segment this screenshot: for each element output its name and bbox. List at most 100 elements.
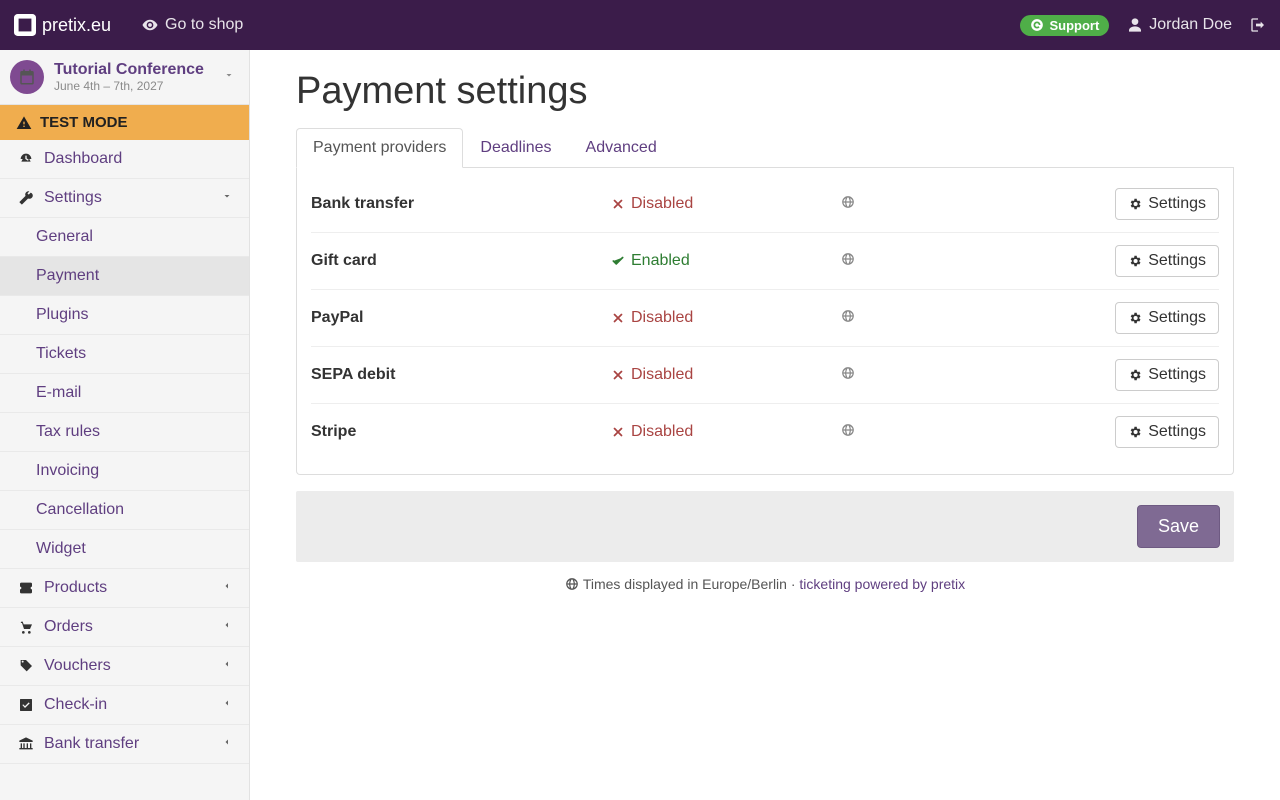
x-icon [611,311,625,325]
footer-credit-link[interactable]: ticketing powered by pretix [799,576,965,592]
provider-settings-button[interactable]: Settings [1115,359,1219,391]
provider-settings-label: Settings [1148,423,1206,441]
sales-channel-indicator [841,252,941,271]
provider-status: Disabled [611,309,841,327]
brand-link[interactable]: pretix.eu [14,14,111,36]
sidebar-sub-plugins[interactable]: Plugins [0,296,249,335]
sidebar-item-checkin[interactable]: Check-in [0,686,249,725]
sidebar-sub-label: Invoicing [36,462,99,479]
sidebar-sub-tickets[interactable]: Tickets [0,335,249,374]
provider-row: Bank transferDisabledSettings [311,182,1219,232]
provider-row: Stripe Disabled Settings [311,403,1219,460]
providers-panel: Bank transferDisabledSettingsGift cardEn… [296,168,1234,475]
footer-tz: Times displayed in Europe/Berlin [583,576,787,592]
tab-label: Deadlines [480,139,551,156]
sidebar-item-label: Products [44,579,107,597]
sidebar-sub-label: Tickets [36,345,86,362]
logout-link[interactable] [1250,17,1266,33]
tab-deadlines[interactable]: Deadlines [463,128,568,168]
event-switcher[interactable]: Tutorial Conference June 4th – 7th, 2027 [0,50,249,105]
provider-name: Stripe [311,423,611,441]
provider-status: Disabled [611,366,841,384]
provider-status: Enabled [611,252,841,270]
sidebar-sub-label: Cancellation [36,501,124,518]
go-to-shop-link[interactable]: Go to shop [131,0,253,50]
provider-settings-label: Settings [1148,366,1206,384]
footer-credit-label: ticketing powered by pretix [799,576,965,592]
chevron-left-icon [221,579,233,597]
sidebar-settings-submenu: General Payment Plugins Tickets E-mail T… [0,218,249,569]
save-button[interactable]: Save [1137,505,1220,548]
sidebar-item-products[interactable]: Products [0,569,249,608]
gear-icon [1128,311,1142,325]
tab-payment-providers[interactable]: Payment providers [296,128,463,168]
sidebar-item-orders[interactable]: Orders [0,608,249,647]
provider-settings-button[interactable]: Settings [1115,416,1219,448]
provider-status: Disabled [611,423,841,441]
provider-settings-button[interactable]: Settings [1115,188,1219,220]
globe-icon [841,309,855,323]
support-badge[interactable]: Support [1020,15,1109,36]
tab-advanced[interactable]: Advanced [569,128,674,168]
sidebar: Tutorial Conference June 4th – 7th, 2027… [0,50,250,800]
save-bar: Save [296,491,1234,562]
sidebar-sub-label: E-mail [36,384,81,401]
provider-row: SEPA debit Disabled Settings [311,346,1219,403]
sidebar-item-dashboard[interactable]: Dashboard [0,140,249,179]
sidebar-sub-payment[interactable]: Payment [0,257,249,296]
provider-settings-button[interactable]: Settings [1115,245,1219,277]
sidebar-sub-general[interactable]: General [0,218,249,257]
footer-sep: · [787,576,799,592]
user-menu[interactable]: Jordan Doe [1127,16,1232,34]
eye-icon [141,16,159,34]
tabs: Payment providers Deadlines Advanced [296,127,1234,168]
provider-settings-button[interactable]: Settings [1115,302,1219,334]
sidebar-item-settings[interactable]: Settings [0,179,249,218]
globe-icon [841,252,855,266]
sidebar-sub-taxrules[interactable]: Tax rules [0,413,249,452]
provider-name: PayPal [311,309,611,327]
x-icon [611,425,625,439]
tab-label: Payment providers [313,139,446,156]
x-icon [611,197,625,211]
sales-channel-indicator [841,195,941,214]
sales-channel-indicator [841,366,941,385]
provider-name: SEPA debit [311,366,611,384]
provider-status-label: Disabled [631,195,693,213]
sidebar-sub-widget[interactable]: Widget [0,530,249,569]
sidebar-sub-email[interactable]: E-mail [0,374,249,413]
sidebar-sub-label: Plugins [36,306,88,323]
save-label: Save [1158,516,1199,536]
warning-icon [16,115,32,131]
sidebar-sub-cancellation[interactable]: Cancellation [0,491,249,530]
main-content: Payment settings Payment providers Deadl… [250,50,1280,800]
sidebar-sub-label: Tax rules [36,423,100,440]
top-navbar: pretix.eu Go to shop Support Jordan Doe [0,0,1280,50]
provider-status-label: Disabled [631,366,693,384]
sidebar-item-banktransfer[interactable]: Bank transfer [0,725,249,764]
provider-status-label: Disabled [631,423,693,441]
chevron-left-icon [221,735,233,753]
sidebar-sub-label: General [36,228,93,245]
user-icon [1127,17,1143,33]
caret-down-icon [223,68,235,86]
globe-icon [841,195,855,209]
calendar-icon [10,60,44,94]
provider-settings-label: Settings [1148,252,1206,270]
page-title: Payment settings [296,70,1234,113]
test-mode-label: TEST MODE [40,114,128,131]
sidebar-sub-label: Widget [36,540,86,557]
sidebar-sub-invoicing[interactable]: Invoicing [0,452,249,491]
sales-channel-indicator [841,423,941,442]
check-icon [611,254,625,268]
tachometer-icon [16,151,36,167]
sidebar-item-label: Check-in [44,696,107,714]
sidebar-item-vouchers[interactable]: Vouchers [0,647,249,686]
life-ring-icon [1030,18,1044,32]
x-icon [611,368,625,382]
provider-settings-label: Settings [1148,309,1206,327]
globe-icon [841,423,855,437]
globe-icon [565,577,579,591]
gear-icon [1128,197,1142,211]
user-name: Jordan Doe [1149,16,1232,34]
